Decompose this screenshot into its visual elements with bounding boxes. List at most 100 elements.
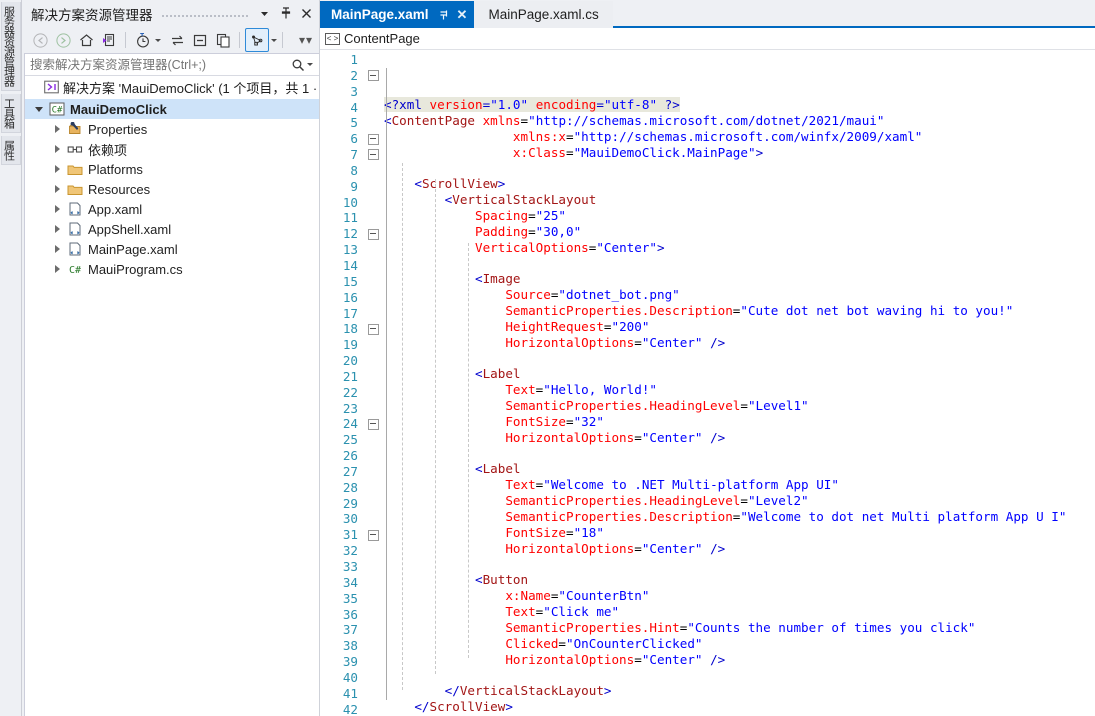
chevron-right-icon[interactable] [49,225,65,233]
code-line[interactable]: Text="Welcome to .NET Multi-platform App… [384,477,1095,493]
code-editor[interactable]: 1 2 3 4 5 6 7 8 9 10 11 12 13 14 15 16 17 18 19 20 21 22 23 24 2… [320,50,1095,716]
code-line[interactable]: </ScrollView> [384,699,1095,715]
toolbar-overflow-icon[interactable]: ▾▾ [299,33,313,47]
code-line[interactable]: SemanticProperties.Hint="Counts the numb… [384,620,1095,636]
solution-root-row[interactable]: 解决方案 'MauiDemoClick' (1 个项目，共 1 · [25,76,319,98]
code-line[interactable]: <Label [384,461,1095,477]
solution-view-dropdown-icon[interactable] [271,38,277,42]
dock-tab-properties[interactable]: 属性 [0,136,21,165]
search-icon[interactable] [291,58,317,72]
home-icon[interactable] [75,29,97,51]
chevron-right-icon[interactable] [49,125,65,133]
code-text[interactable]: <?xml version="1.0" encoding="utf-8" ?> <… [384,50,1095,716]
pending-changes-dropdown-icon[interactable] [155,38,161,42]
panel-close-icon[interactable] [298,5,315,23]
code-line[interactable]: VerticalOptions="Center"> [384,240,1095,256]
tab-mainpage-xaml[interactable]: MainPage.xaml ✕ [320,1,475,28]
panel-dropdown-icon[interactable] [256,5,273,23]
code-line[interactable] [384,351,1095,367]
tree-item-maui-demo-click[interactable]: C# MauiDemoClick [25,99,319,119]
chevron-right-icon[interactable] [49,145,65,153]
forward-arrow-icon[interactable] [52,29,74,51]
fold-toggle[interactable] [362,321,384,337]
code-line[interactable]: Text="Hello, World!" [384,382,1095,398]
chevron-right-icon[interactable] [49,165,65,173]
tab-label: MainPage.xaml [331,7,429,22]
refresh-icon[interactable] [166,29,188,51]
dock-tab-server-explorer[interactable]: 服务器资源管理器 [0,2,21,91]
sync-with-active-document-icon[interactable] [98,29,120,51]
pending-changes-clock-icon[interactable] [131,29,153,51]
code-line[interactable]: x:Class="MauiDemoClick.MainPage"> [384,145,1095,161]
code-line[interactable]: FontSize="32" [384,414,1095,430]
line-number: 3 [350,83,358,99]
tree-item-dependencies[interactable]: 依赖项 [25,139,319,159]
fold-toggle[interactable] [362,226,384,242]
code-line[interactable]: SemanticProperties.HeadingLevel="Level1" [384,398,1095,414]
code-line[interactable] [384,255,1095,271]
fold-toggle[interactable] [362,416,384,432]
code-line[interactable]: </VerticalStackLayout> [384,683,1095,699]
tab-mainpage-xaml-cs[interactable]: MainPage.xaml.cs [474,1,613,28]
code-line[interactable]: Text="Click me" [384,604,1095,620]
code-line[interactable] [384,160,1095,176]
tree-item-properties[interactable]: Properties [25,119,319,139]
search-input[interactable] [30,57,291,72]
code-line[interactable] [384,556,1095,572]
solution-view-switch-icon[interactable] [245,28,269,52]
code-line[interactable]: <VerticalStackLayout [384,192,1095,208]
collapse-all-icon[interactable] [189,29,211,51]
code-line[interactable]: xmlns:x="http://schemas.microsoft.com/wi… [384,129,1095,145]
tree-item-platforms[interactable]: Platforms [25,159,319,179]
fold-toggle[interactable] [362,527,384,543]
code-line[interactable]: x:Name="CounterBtn" [384,588,1095,604]
code-line[interactable]: SemanticProperties.Description="Cute dot… [384,303,1095,319]
tree-item-app-xaml[interactable]: App.xaml [25,199,319,219]
chevron-right-icon[interactable] [49,205,65,213]
code-line[interactable]: <Image [384,271,1095,287]
toolbar-separator-2 [239,32,240,48]
tree-item-mainpage-xaml[interactable]: MainPage.xaml [25,239,319,259]
tab-close-icon[interactable]: ✕ [457,8,468,21]
code-line[interactable]: SemanticProperties.Description="Welcome … [384,509,1095,525]
code-line[interactable]: <?xml version="1.0" encoding="utf-8" ?> [384,97,1095,113]
code-line[interactable]: HorizontalOptions="Center" /> [384,430,1095,446]
search-options-dropdown-icon[interactable] [307,63,313,66]
panel-pin-icon[interactable] [277,5,294,23]
code-line[interactable]: FontSize="18" [384,525,1095,541]
code-line[interactable]: <Button [384,572,1095,588]
dock-tab-toolbox[interactable]: 工具箱 [0,94,21,133]
line-number: 14 [342,257,358,273]
tree-item-mauiprogram-cs[interactable]: C# MauiProgram.cs [25,259,319,279]
back-arrow-icon[interactable] [29,29,51,51]
code-folding-column[interactable] [362,50,384,716]
fold-toggle[interactable] [362,68,384,84]
code-line[interactable]: Source="dotnet_bot.png" [384,287,1095,303]
chevron-right-icon[interactable] [49,185,65,193]
tree-item-appshell-xaml[interactable]: AppShell.xaml [25,219,319,239]
code-line[interactable]: HorizontalOptions="Center" /> [384,541,1095,557]
chevron-right-icon[interactable] [49,245,65,253]
code-line[interactable]: HorizontalOptions="Center" /> [384,652,1095,668]
code-line[interactable]: Padding="30,0" [384,224,1095,240]
breadcrumb-label[interactable]: ContentPage [344,31,420,46]
show-all-files-icon[interactable] [212,29,234,51]
line-number: 9 [350,178,358,194]
tab-pin-icon[interactable] [438,9,450,21]
titlebar-drag-dots[interactable] [160,6,248,21]
code-line[interactable]: Spacing="25" [384,208,1095,224]
code-line[interactable] [384,667,1095,683]
chevron-right-icon[interactable] [49,265,65,273]
code-line[interactable]: SemanticProperties.HeadingLevel="Level2" [384,493,1095,509]
tree-item-resources[interactable]: Resources [25,179,319,199]
code-line[interactable]: HorizontalOptions="Center" /> [384,335,1095,351]
code-line[interactable]: <ScrollView> [384,176,1095,192]
code-line[interactable]: <Label [384,366,1095,382]
chevron-down-icon[interactable] [31,106,47,112]
fold-toggle[interactable] [362,147,384,163]
code-line[interactable]: <ContentPage xmlns="http://schemas.micro… [384,113,1095,129]
code-line[interactable]: Clicked="OnCounterClicked" [384,636,1095,652]
code-line[interactable] [384,446,1095,462]
code-line[interactable]: HeightRequest="200" [384,319,1095,335]
fold-toggle[interactable] [362,131,384,147]
